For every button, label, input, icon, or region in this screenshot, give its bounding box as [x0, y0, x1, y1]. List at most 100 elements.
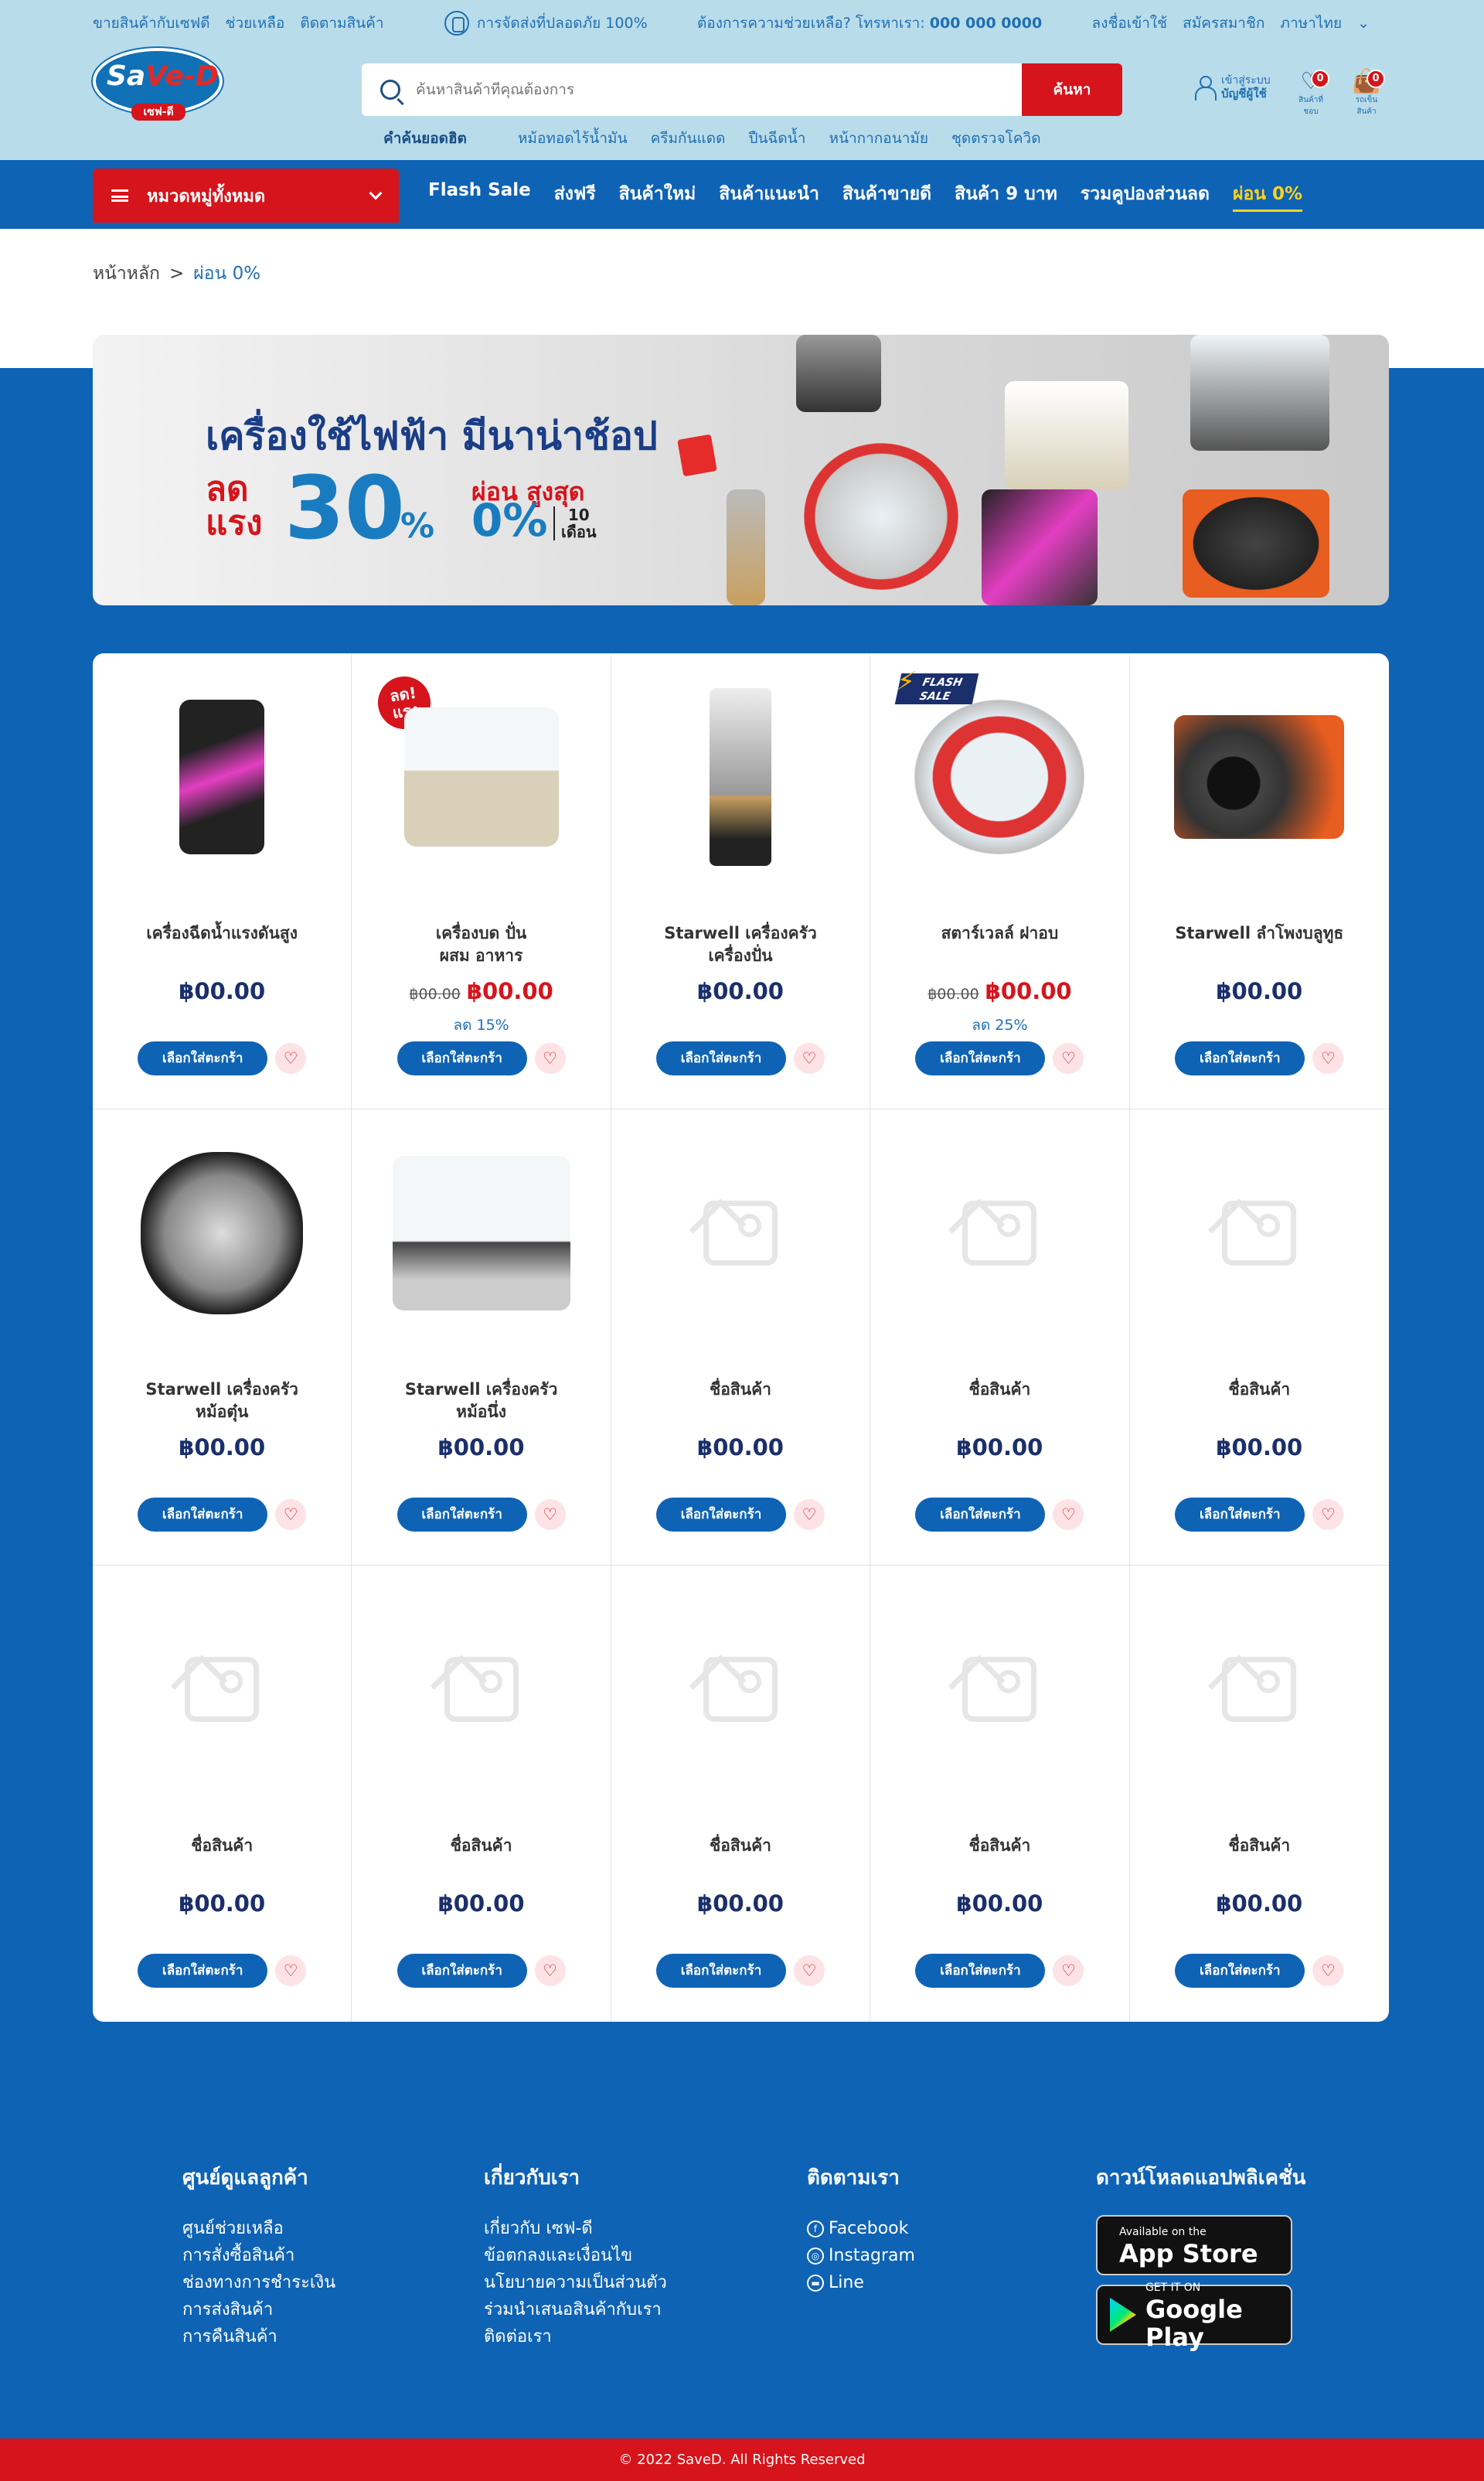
hot-search-item[interactable]: ครีมกันแดด [651, 127, 726, 150]
add-to-cart-button[interactable]: เลือกใส่ตะกร้า [655, 1498, 786, 1532]
add-to-cart-button[interactable]: เลือกใส่ตะกร้า [915, 1041, 1046, 1075]
heart-icon[interactable]: ♡ [534, 1499, 566, 1530]
wishlist-button[interactable]: ♡ สินค้าที่ชอบ 0 [1295, 70, 1329, 116]
product-card[interactable]: ชื่อสินค้า ฿00.00 เลือกใส่ตะกร้า ♡ [611, 1109, 871, 1566]
nav-item-recommended[interactable]: สินค้าแนะนำ [719, 180, 819, 212]
product-name[interactable]: ชื่อสินค้า [886, 1835, 1113, 1857]
add-to-cart-button[interactable]: เลือกใส่ตะกร้า [1175, 1954, 1305, 1988]
product-card[interactable]: FLASH SALEสตาร์เวลล์ ฝาอบ฿00.00฿00.00ลด … [870, 653, 1130, 1109]
footer-link[interactable]: ช่องทางการชำระเงิน [182, 2269, 335, 2296]
nav-item-free-shipping[interactable]: ส่งฟรี [554, 180, 596, 212]
help-link[interactable]: ช่วยเหลือ [226, 15, 285, 32]
site-logo[interactable]: SaVe-D เซฟ-ดี [93, 48, 223, 125]
heart-icon[interactable]: ♡ [534, 1955, 566, 1986]
add-to-cart-button[interactable]: เลือกใส่ตะกร้า [655, 1954, 786, 1988]
add-to-cart-button[interactable]: เลือกใส่ตะกร้า [397, 1041, 527, 1075]
product-image[interactable] [133, 1597, 311, 1782]
product-name[interactable]: ชื่อสินค้า [108, 1835, 335, 1857]
app-store-button[interactable]: Available on the App Store [1096, 2215, 1292, 2275]
product-image[interactable] [1170, 684, 1348, 870]
footer-link[interactable]: การสั่งซื้อสินค้า [182, 2242, 335, 2269]
add-to-cart-button[interactable]: เลือกใส่ตะกร้า [397, 1498, 527, 1532]
add-to-cart-button[interactable]: เลือกใส่ตะกร้า [138, 1954, 268, 1988]
sell-with-us-link[interactable]: ขายสินค้ากับเซฟดี [93, 15, 210, 32]
all-categories-button[interactable]: หมวดหมู่ทั้งหมด [93, 169, 399, 223]
hot-search-item[interactable]: ปืนฉีดน้ำ [748, 127, 805, 150]
product-card[interactable]: ชื่อสินค้า ฿00.00 เลือกใส่ตะกร้า ♡ [611, 1566, 871, 2022]
product-card[interactable]: Starwell เครื่องครัว เครื่องปั่น ฿00.00 เล… [611, 653, 871, 1109]
product-card[interactable]: Starwell เครื่องครัว หม้อนึ่ง ฿00.00 เลือก… [352, 1109, 611, 1566]
product-name[interactable]: ชื่อสินค้า [886, 1379, 1113, 1401]
product-name[interactable]: Starwell เครื่องครัว หม้อตุ๋น [108, 1379, 335, 1423]
heart-icon[interactable]: ♡ [1312, 1499, 1344, 1530]
phone-number[interactable]: 000 000 0000 [930, 15, 1042, 32]
footer-link[interactable]: เกี่ยวกับ เซฟ-ดี [484, 2215, 667, 2242]
footer-link[interactable]: การคืนสินค้า [182, 2323, 335, 2350]
add-to-cart-button[interactable]: เลือกใส่ตะกร้า [138, 1498, 268, 1532]
add-to-cart-button[interactable]: เลือกใส่ตะกร้า [138, 1041, 268, 1075]
product-image[interactable] [910, 1140, 1088, 1326]
heart-icon[interactable]: ♡ [1312, 1043, 1344, 1074]
nav-item-coupons[interactable]: รวมคูปองส่วนลด [1081, 180, 1210, 212]
footer-link[interactable]: ข้อตกลงและเงื่อนไข [484, 2242, 667, 2269]
product-image[interactable] [652, 1597, 829, 1782]
product-image[interactable] [393, 684, 570, 870]
heart-icon[interactable]: ♡ [793, 1955, 825, 1986]
product-image[interactable] [393, 1597, 570, 1782]
product-image[interactable] [652, 684, 829, 870]
breadcrumb-home[interactable]: หน้าหลัก [93, 264, 160, 284]
add-to-cart-button[interactable]: เลือกใส่ตะกร้า [915, 1954, 1046, 1988]
register-link[interactable]: สมัครสมาชิก [1183, 15, 1264, 32]
product-name[interactable]: ชื่อสินค้า [627, 1835, 854, 1857]
product-name[interactable]: ชื่อสินค้า [1145, 1379, 1373, 1401]
add-to-cart-button[interactable]: เลือกใส่ตะกร้า [1175, 1498, 1305, 1532]
heart-icon[interactable]: ♡ [793, 1499, 825, 1530]
product-name[interactable]: ชื่อสินค้า [627, 1379, 854, 1401]
line-link[interactable]: ▬ Line [807, 2269, 915, 2296]
add-to-cart-button[interactable]: เลือกใส่ตะกร้า [397, 1954, 527, 1988]
product-name[interactable]: ชื่อสินค้า [1145, 1835, 1373, 1857]
footer-link[interactable]: ศูนย์ช่วยเหลือ [182, 2215, 335, 2242]
product-image[interactable] [1170, 1140, 1348, 1326]
product-card[interactable]: Starwell เครื่องครัว หม้อตุ๋น ฿00.00 เลือก… [93, 1109, 352, 1566]
nav-item-best-seller[interactable]: สินค้าขายดี [842, 180, 931, 212]
hot-search-item[interactable]: หน้ากากอนามัย [829, 127, 928, 150]
heart-icon[interactable]: ♡ [1053, 1499, 1084, 1530]
product-name[interactable]: Starwell เครื่องครัว หม้อนึ่ง [367, 1379, 594, 1423]
product-card[interactable]: ชื่อสินค้า ฿00.00 เลือกใส่ตะกร้า ♡ [352, 1566, 611, 2022]
product-image[interactable] [133, 684, 311, 870]
heart-icon[interactable]: ♡ [534, 1043, 566, 1074]
instagram-link[interactable]: ◎ Instagram [807, 2242, 915, 2269]
product-card[interactable]: ชื่อสินค้า ฿00.00 เลือกใส่ตะกร้า ♡ [1130, 1566, 1389, 2022]
footer-link[interactable]: นโยบายความเป็นส่วนตัว [484, 2269, 667, 2296]
nav-item-9-baht[interactable]: สินค้า 9 บาท [955, 180, 1057, 212]
google-play-button[interactable]: GET IT ON Google Play [1096, 2282, 1292, 2351]
nav-item-new[interactable]: สินค้าใหม่ [619, 180, 696, 212]
cart-button[interactable]: 👜 รถเข็นสินค้า 0 [1351, 70, 1385, 116]
heart-icon[interactable]: ♡ [275, 1499, 307, 1530]
add-to-cart-button[interactable]: เลือกใส่ตะกร้า [1175, 1041, 1305, 1075]
product-image[interactable] [1170, 1597, 1348, 1782]
track-order-link[interactable]: ติดตามสินค้า [300, 15, 383, 32]
hot-search-item[interactable]: หม้อทอดไร้น้ำมัน [518, 127, 628, 150]
product-name[interactable]: Starwell ลำโพงบลูทูธ [1145, 922, 1373, 945]
product-name[interactable]: ชื่อสินค้า [367, 1835, 594, 1857]
footer-link[interactable]: การส่งสินค้า [182, 2296, 335, 2323]
add-to-cart-button[interactable]: เลือกใส่ตะกร้า [655, 1041, 786, 1075]
product-image[interactable] [392, 1140, 570, 1326]
product-image[interactable] [910, 1597, 1088, 1782]
heart-icon[interactable]: ♡ [275, 1043, 307, 1074]
product-card[interactable]: ชื่อสินค้า ฿00.00 เลือกใส่ตะกร้า ♡ [1129, 1109, 1389, 1566]
promo-banner[interactable]: เครื่องใช้ไฟฟ้า มีนาน่าช้อป ลด แรง 30 % ผ… [93, 335, 1389, 605]
product-image[interactable] [652, 1140, 829, 1326]
product-card[interactable]: ลด! แรง เครื่องบด ปั่น ผสม อาหาร ฿00.00 ฿00… [352, 653, 611, 1109]
heart-icon[interactable]: ♡ [793, 1043, 825, 1074]
product-name[interactable]: เครื่องบด ปั่น ผสม อาหาร [367, 922, 594, 967]
account-button[interactable]: เข้าสู่ระบบ บัญชีผู้ใช้ [1195, 74, 1271, 101]
login-link[interactable]: ลงชื่อเข้าใช้ [1092, 15, 1168, 32]
product-card[interactable]: ชื่อสินค้า ฿00.00 เลือกใส่ตะกร้า ♡ [870, 1566, 1130, 2022]
add-to-cart-button[interactable]: เลือกใส่ตะกร้า [915, 1498, 1046, 1532]
heart-icon[interactable]: ♡ [1053, 1043, 1084, 1074]
product-card[interactable]: Starwell ลำโพงบลูทูธ ฿00.00 เลือกใส่ตะกร้า… [1129, 653, 1389, 1109]
product-card[interactable]: ชื่อสินค้า ฿00.00 เลือกใส่ตะกร้า ♡ [93, 1566, 352, 2022]
